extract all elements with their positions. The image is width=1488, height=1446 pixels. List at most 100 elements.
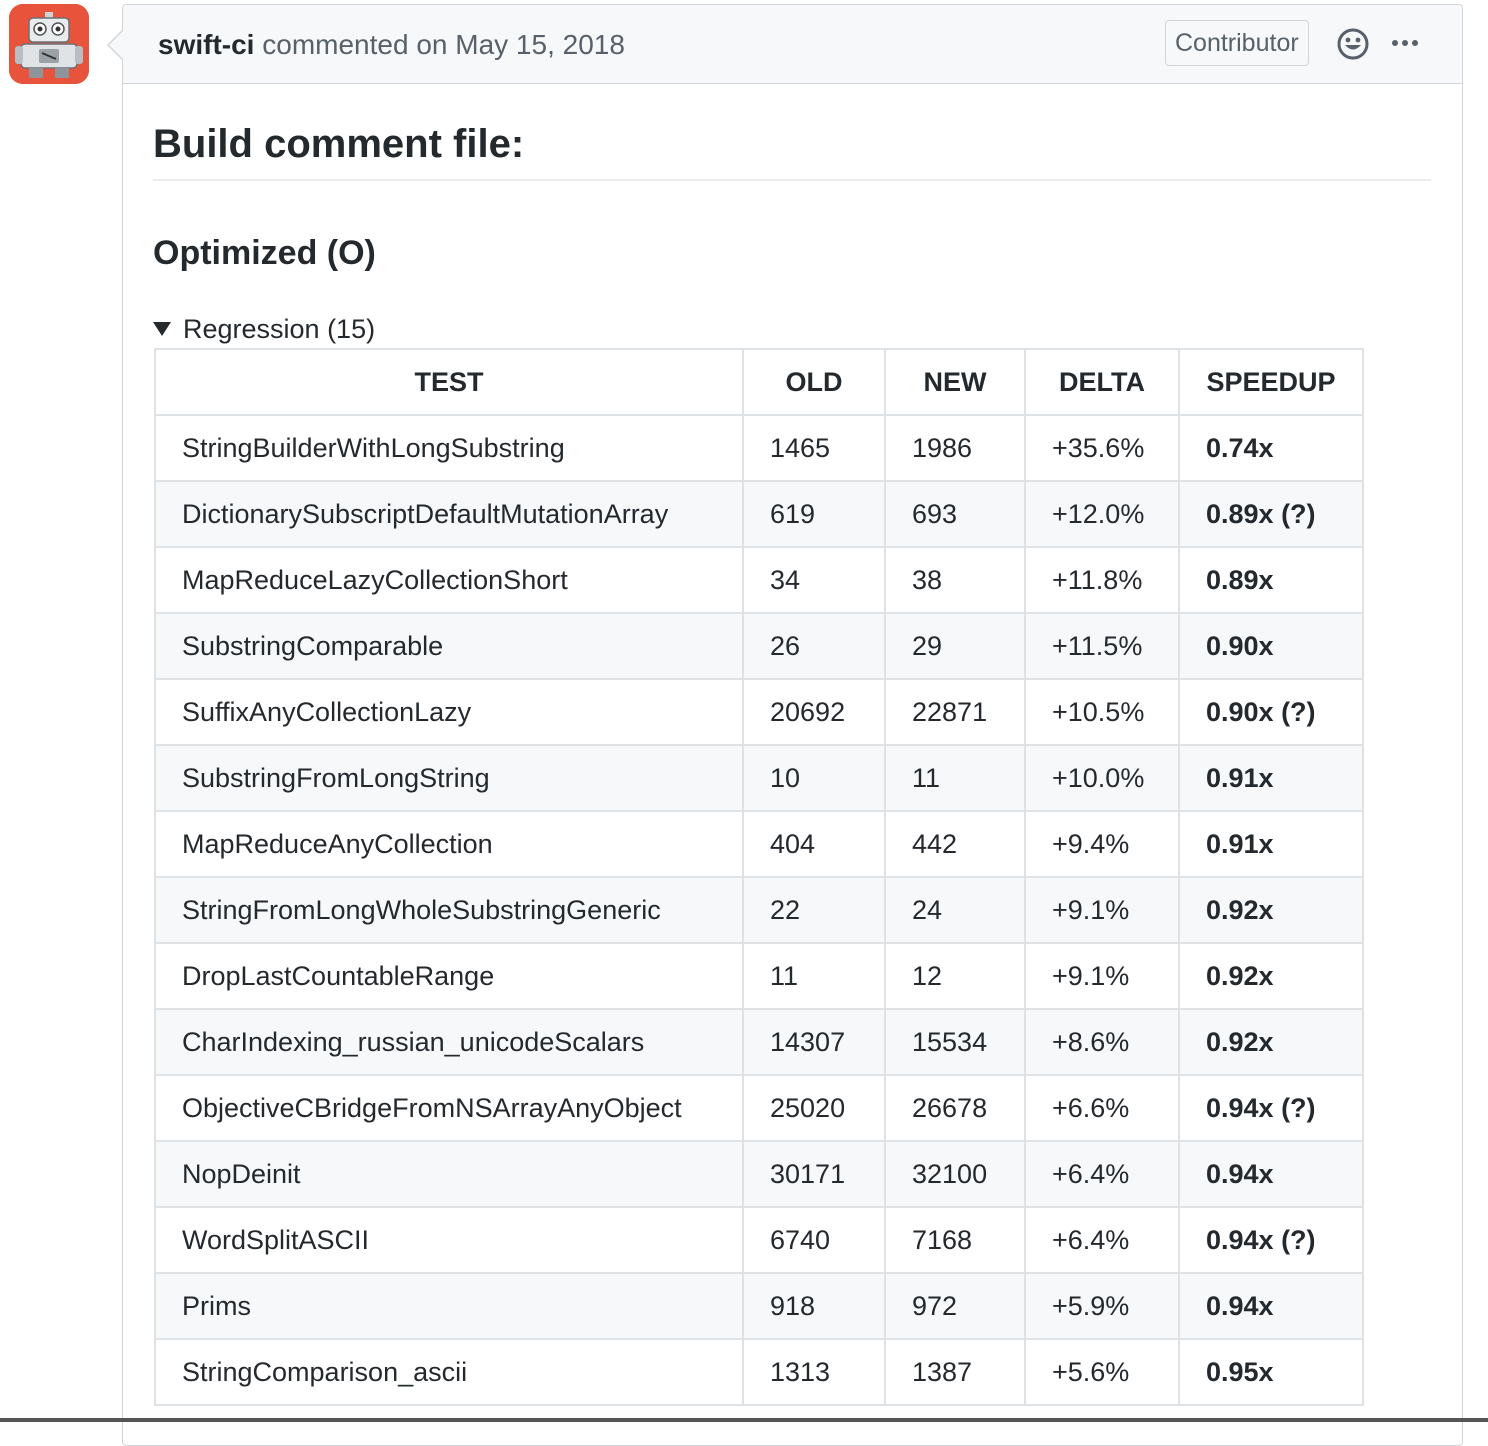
cell-new: 1387	[884, 1338, 1026, 1406]
cell-test: ObjectiveCBridgeFromNSArrayAnyObject	[154, 1074, 744, 1142]
cell-delta: +9.1%	[1024, 876, 1180, 944]
cell-old: 404	[742, 810, 886, 878]
bottom-edge-shadow	[0, 1418, 1488, 1422]
col-new: NEW	[884, 348, 1026, 416]
col-test: TEST	[154, 348, 744, 416]
cell-delta: +10.0%	[1024, 744, 1180, 812]
table-row: SubstringComparable 26 29 +11.5% 0.90x	[154, 612, 1364, 680]
cell-new: 693	[884, 480, 1026, 548]
cell-new: 24	[884, 876, 1026, 944]
cell-test: Prims	[154, 1272, 744, 1340]
contributor-badge: Contributor	[1165, 20, 1309, 66]
table-row: SuffixAnyCollectionLazy 20692 22871 +10.…	[154, 678, 1364, 746]
cell-speedup: 0.89x (?)	[1178, 480, 1364, 548]
table-row: MapReduceLazyCollectionShort 34 38 +11.8…	[154, 546, 1364, 614]
cell-new: 22871	[884, 678, 1026, 746]
cell-speedup: 0.94x (?)	[1178, 1206, 1364, 1274]
cell-old: 34	[742, 546, 886, 614]
regression-summary-toggle[interactable]: Regression (15)	[153, 314, 375, 345]
table-row: DictionarySubscriptDefaultMutationArray …	[154, 480, 1364, 548]
cell-delta: +6.6%	[1024, 1074, 1180, 1142]
cell-delta: +8.6%	[1024, 1008, 1180, 1076]
cell-test: MapReduceAnyCollection	[154, 810, 744, 878]
cell-speedup: 0.91x	[1178, 744, 1364, 812]
heading-divider	[153, 179, 1431, 181]
cell-new: 38	[884, 546, 1026, 614]
table-row: StringBuilderWithLongSubstring 1465 1986…	[154, 414, 1364, 482]
cell-test: WordSplitASCII	[154, 1206, 744, 1274]
comment-header: swift-ci commented on May 15, 2018 Contr…	[123, 5, 1462, 84]
comment-arrow-inner	[109, 30, 124, 60]
table-row: MapReduceAnyCollection 404 442 +9.4% 0.9…	[154, 810, 1364, 878]
cell-old: 1465	[742, 414, 886, 482]
cell-delta: +10.5%	[1024, 678, 1180, 746]
cell-new: 26678	[884, 1074, 1026, 1142]
cell-test: MapReduceLazyCollectionShort	[154, 546, 744, 614]
cell-old: 619	[742, 480, 886, 548]
cell-new: 32100	[884, 1140, 1026, 1208]
cell-test: DictionarySubscriptDefaultMutationArray	[154, 480, 744, 548]
cell-speedup: 0.89x	[1178, 546, 1364, 614]
heading-optimized: Optimized (O)	[153, 234, 376, 272]
cell-test: StringBuilderWithLongSubstring	[154, 414, 744, 482]
cell-old: 20692	[742, 678, 886, 746]
cell-old: 11	[742, 942, 886, 1010]
cell-new: 11	[884, 744, 1026, 812]
cell-speedup: 0.94x	[1178, 1272, 1364, 1340]
cell-old: 26	[742, 612, 886, 680]
cell-speedup: 0.92x	[1178, 942, 1364, 1010]
cell-test: NopDeinit	[154, 1140, 744, 1208]
author-link[interactable]: swift-ci	[158, 29, 254, 60]
table-row: SubstringFromLongString 10 11 +10.0% 0.9…	[154, 744, 1364, 812]
table-row: ObjectiveCBridgeFromNSArrayAnyObject 250…	[154, 1074, 1364, 1142]
cell-test: StringComparison_ascii	[154, 1338, 744, 1406]
comment-meta: swift-ci commented on May 15, 2018	[158, 29, 625, 61]
cell-delta: +35.6%	[1024, 414, 1180, 482]
table-row: DropLastCountableRange 11 12 +9.1% 0.92x	[154, 942, 1364, 1010]
cell-new: 1986	[884, 414, 1026, 482]
cell-delta: +12.0%	[1024, 480, 1180, 548]
cell-new: 12	[884, 942, 1026, 1010]
col-old: OLD	[742, 348, 886, 416]
table-row: Prims 918 972 +5.9% 0.94x	[154, 1272, 1364, 1340]
robot-avatar[interactable]	[9, 4, 89, 84]
cell-test: CharIndexing_russian_unicodeScalars	[154, 1008, 744, 1076]
cell-delta: +11.5%	[1024, 612, 1180, 680]
cell-test: SubstringComparable	[154, 612, 744, 680]
table-row: StringComparison_ascii 1313 1387 +5.6% 0…	[154, 1338, 1364, 1406]
cell-old: 25020	[742, 1074, 886, 1142]
comment-timestamp[interactable]: commented on May 15, 2018	[262, 29, 625, 60]
table-row: WordSplitASCII 6740 7168 +6.4% 0.94x (?)	[154, 1206, 1364, 1274]
cell-old: 10	[742, 744, 886, 812]
table-row: CharIndexing_russian_unicodeScalars 1430…	[154, 1008, 1364, 1076]
cell-old: 1313	[742, 1338, 886, 1406]
cell-speedup: 0.74x	[1178, 414, 1364, 482]
smiley-icon[interactable]	[1336, 27, 1370, 61]
col-delta: DELTA	[1024, 348, 1180, 416]
kebab-horizontal-icon[interactable]	[1390, 29, 1424, 57]
cell-delta: +6.4%	[1024, 1140, 1180, 1208]
cell-speedup: 0.92x	[1178, 1008, 1364, 1076]
cell-test: SuffixAnyCollectionLazy	[154, 678, 744, 746]
cell-speedup: 0.95x	[1178, 1338, 1364, 1406]
cell-speedup: 0.92x	[1178, 876, 1364, 944]
cell-new: 15534	[884, 1008, 1026, 1076]
comment-box: swift-ci commented on May 15, 2018 Contr…	[107, 4, 1463, 1446]
cell-test: DropLastCountableRange	[154, 942, 744, 1010]
table-row: NopDeinit 30171 32100 +6.4% 0.94x	[154, 1140, 1364, 1208]
heading-build-comment: Build comment file:	[153, 122, 525, 166]
cell-new: 442	[884, 810, 1026, 878]
cell-delta: +9.4%	[1024, 810, 1180, 878]
table-header-row: TEST OLD NEW DELTA SPEEDUP	[154, 348, 1364, 416]
regression-summary-label: Regression (15)	[183, 314, 376, 344]
triangle-down-icon	[153, 322, 171, 336]
robot-icon	[9, 4, 89, 84]
cell-old: 14307	[742, 1008, 886, 1076]
cell-new: 972	[884, 1272, 1026, 1340]
cell-speedup: 0.91x	[1178, 810, 1364, 878]
cell-old: 22	[742, 876, 886, 944]
cell-test: SubstringFromLongString	[154, 744, 744, 812]
cell-speedup: 0.90x (?)	[1178, 678, 1364, 746]
cell-old: 6740	[742, 1206, 886, 1274]
cell-new: 29	[884, 612, 1026, 680]
